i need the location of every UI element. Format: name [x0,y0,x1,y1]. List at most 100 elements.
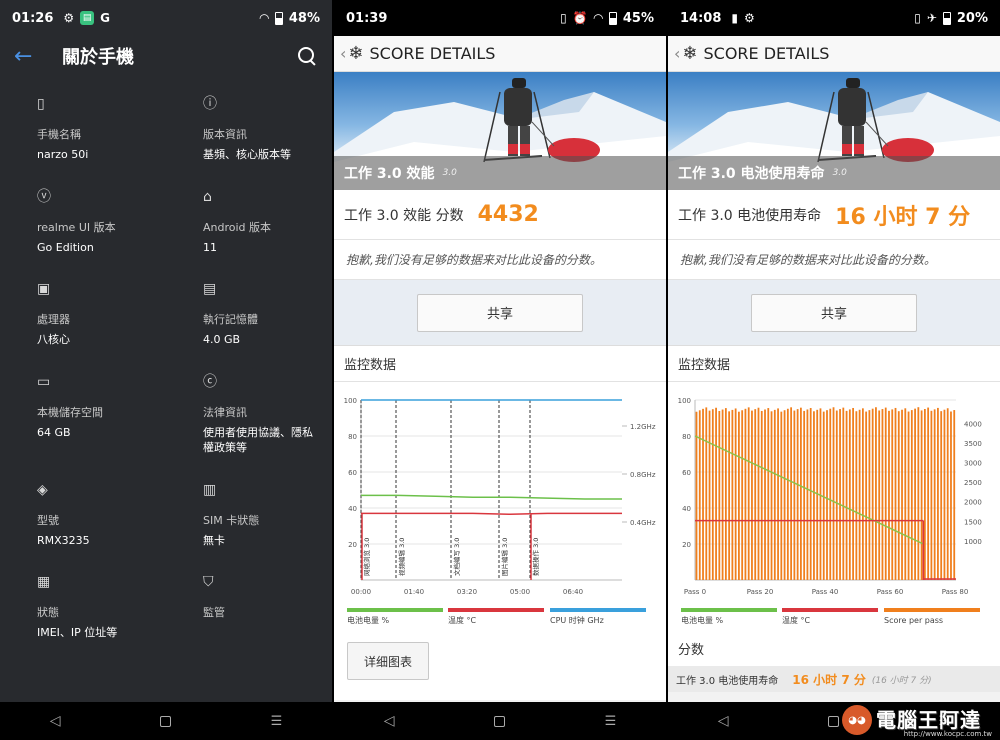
score-bar [897,411,900,580]
score-bar [777,408,779,580]
search-icon[interactable] [296,45,318,67]
nav-back-icon[interactable] [718,713,729,729]
mascot-icon: ◕◕ [842,705,872,735]
score-bar [783,410,786,580]
y-tick-label: 60 [348,469,357,477]
score-row: 工作 3.0 电池使用寿命 16 小时 7 分 [668,190,1000,240]
hero-title: 工作 3.0 电池使用寿命 [678,166,825,182]
app-notification-icon: ▤ [80,11,95,25]
nav-home-icon[interactable] [160,715,172,727]
back-arrow-icon[interactable]: ← [14,44,44,69]
legend-swatch [884,608,980,612]
legend-swatch [681,608,777,612]
google-icon: G [100,11,111,25]
about-item-regulatory[interactable]: ⛉ 監管 [203,574,332,625]
chevron-left-icon[interactable]: ‹ [340,44,346,63]
legend-swatch [782,608,878,612]
about-item-status[interactable]: ▦ 狀態 IMEI、IP 位址等 [37,574,187,640]
about-item-processor[interactable]: ▣ 處理器 八核心 [37,281,187,347]
alert-icon: ▮ [731,11,738,25]
score-bar [891,409,894,580]
battery-icon [942,11,951,25]
score-bar [930,410,933,580]
score-bar [770,411,773,580]
score-section-title: 分数 [668,630,1000,666]
y-tick-label: 60 [682,469,691,477]
airplane-icon: ✈ [926,11,937,25]
app-bar: ← 關於手機 [0,36,332,76]
score-bar [780,411,783,580]
y-tick-label: 20 [682,541,691,549]
task-marker-label: 视频编辑 3.0 [397,538,406,576]
about-item-ui-version[interactable]: ⓥ realme UI 版本 Go Edition [37,189,187,255]
version-icon: ⓥ [37,189,51,205]
status-time: 01:39 [346,10,388,26]
about-item-ram[interactable]: ▤ 執行記憶體 4.0 GB [203,281,332,347]
score-bar [738,411,740,580]
score-bar [721,409,724,580]
nav-home-icon[interactable] [494,715,506,727]
vibrate-icon: ▯ [560,11,567,25]
y-tick-label: 100 [344,397,357,405]
about-item-legal[interactable]: ⓒ 法律資訊 使用者使用協議、隱私權政策等 [203,374,321,455]
score-bar [711,409,714,580]
status-icon: ▦ [37,574,51,590]
score-bar [953,410,956,580]
nav-home-icon[interactable] [828,715,840,727]
score-bar [865,411,868,580]
detail-chart-section: 详细图表 [334,630,666,700]
task-marker-label: 文档编写 3.0 [452,538,461,576]
monitoring-chart: 20 40 60 80 100 1000 1500 2000 2500 3000 3500 4000 P… [668,382,1000,630]
about-item-version-info[interactable]: ⓘ 版本資訊 基頻、核心版本等 [203,96,332,162]
chevron-left-icon[interactable]: ‹ [674,44,680,63]
nav-back-icon[interactable] [50,713,61,729]
score-bar [858,409,861,580]
y-tick-label: 100 [678,397,691,405]
score-bar [773,409,776,580]
status-bar: 01:26 ⚙ ▤ G ◠ 48% [0,0,332,36]
page-title: 關於手機 [62,47,134,68]
score-bar [734,408,737,580]
score-bar [819,408,822,580]
about-item-device-name[interactable]: ▯ 手機名稱 narzo 50i [37,96,187,162]
x-tick-label: Pass 80 [942,588,969,596]
nav-back-icon[interactable] [384,713,395,729]
status-time: 14:08 [680,10,722,26]
score-bar [835,410,838,580]
result-subvalue: (16 小时 7 分) [871,675,932,686]
score-details-header[interactable]: ‹ ❄ SCORE DETAILS [334,36,666,72]
x-tick-label: Pass 60 [877,588,904,596]
hero-image: 工作 3.0 电池使用寿命 3.0 [668,72,1000,190]
score-bar [832,407,835,580]
score-bar [790,407,793,580]
about-item-sim-status[interactable]: ▥ SIM 卡狀態 無卡 [203,482,332,548]
hero-image: 工作 3.0 效能 3.0 [334,72,666,190]
share-button[interactable]: 共享 [751,293,917,332]
nav-recents-icon[interactable] [605,713,617,729]
y2-tick-label: 0.8GHz [630,471,656,479]
legend-label: 温度 °C [448,615,477,625]
score-bar [871,408,874,580]
status-bar: 14:08 ▮ ⚙ ▯ ✈ 20% [668,0,1000,36]
hero-banner: 工作 3.0 电池使用寿命 3.0 [668,156,1000,190]
processor-icon: ▣ [37,281,51,297]
score-details-header[interactable]: ‹ ❄ SCORE DETAILS [668,36,1000,72]
about-phone-screen: 01:26 ⚙ ▤ G ◠ 48% ← 關於手機 ▯ 手機名稱 narzo 50… [0,0,332,740]
legend-swatch [550,608,646,612]
score-bar [724,408,727,580]
y2-tick-label: 3000 [964,460,982,468]
score-value: 16 小时 7 分 [835,204,971,230]
about-item-storage[interactable]: ▭ 本機儲存空間 64 GB [37,374,187,440]
about-item-android-version[interactable]: ⌂ Android 版本 11 [203,189,332,255]
gear-icon: ⚙ [744,11,755,25]
status-time: 01:26 [12,10,54,26]
score-bar [728,411,731,580]
hero-title: 工作 3.0 效能 [344,166,435,182]
share-button[interactable]: 共享 [417,293,583,332]
nav-recents-icon[interactable] [271,713,283,729]
detail-chart-button[interactable]: 详细图表 [347,642,429,680]
about-item-model[interactable]: ◈ 型號 RMX3235 [37,482,187,548]
x-tick-label: Pass 20 [747,588,774,596]
score-bar [800,407,802,580]
score-label: 工作 3.0 电池使用寿命 [678,207,822,224]
